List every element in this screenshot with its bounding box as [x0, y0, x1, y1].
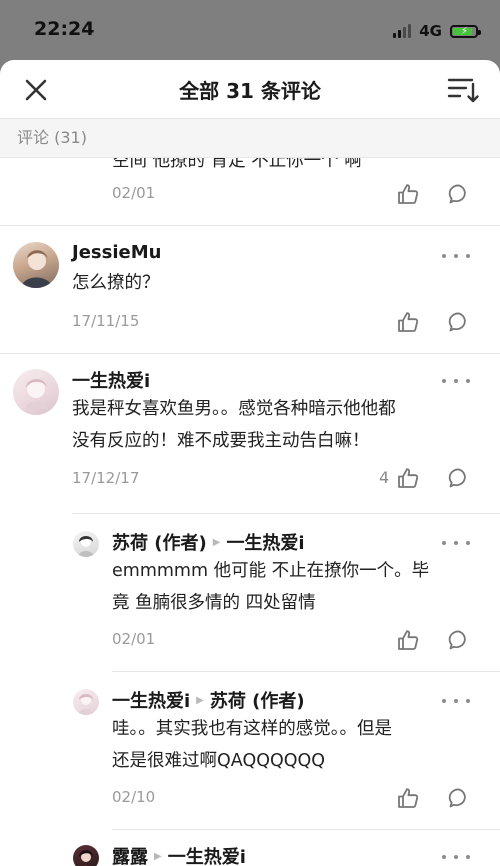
comment-list[interactable]: 空间 他撩的 肯定 不止你一个 啊 02/01 JessieMu 怎么撩的？ 1…: [0, 158, 500, 866]
reply-author[interactable]: 露露: [112, 843, 148, 866]
thumbs-up-icon: [398, 630, 419, 650]
comment-date: 02/01: [112, 184, 156, 202]
status-time: 22:24: [34, 18, 95, 40]
thumbs-up-icon: [398, 788, 419, 808]
speech-bubble-icon: [448, 788, 466, 808]
like-button[interactable]: [396, 786, 420, 810]
signal-icon: [393, 24, 412, 38]
thumbs-up-icon: [398, 184, 419, 204]
sort-icon: [447, 78, 479, 103]
avatar-image: [21, 250, 53, 288]
thumbs-up-icon: [398, 468, 419, 488]
status-indicators: 4G ⚡: [393, 19, 481, 43]
reply-button[interactable]: [447, 310, 471, 334]
sort-button[interactable]: [446, 74, 480, 104]
comment-author[interactable]: 一生热爱i: [72, 367, 150, 393]
speech-bubble-icon: [448, 468, 466, 488]
sheet-header: 全部 31 条评论: [0, 60, 500, 119]
reply-arrow-icon: ▶: [212, 536, 221, 548]
reply-target[interactable]: 一生热爱i: [226, 529, 304, 555]
battery-charging-icon: ⚡: [450, 24, 481, 38]
reply-item: 苏荷 (作者) ▶ 一生热爱i emmmmm 他可能 不止在撩你一个。毕 竟 鱼腩很…: [0, 514, 500, 672]
avatar-image: [78, 536, 94, 557]
like-button[interactable]: [396, 628, 420, 652]
speech-bubble-icon: [448, 630, 466, 650]
avatar[interactable]: [73, 845, 99, 866]
more-options-button[interactable]: [442, 376, 470, 386]
speech-bubble-icon: [448, 312, 466, 332]
comment-text-line: 没有反应的！难不成要我主动告白嘛！: [72, 431, 370, 451]
reply-date: 02/01: [112, 630, 156, 648]
avatar-image: [78, 694, 94, 715]
reply-author[interactable]: 苏荷 (作者): [112, 529, 207, 555]
reply-text-line: 哇。。其实我也有这样的感觉。。但是: [112, 719, 392, 739]
like-button[interactable]: [396, 310, 420, 334]
like-count: 4: [379, 468, 390, 487]
reply-button[interactable]: [447, 628, 471, 652]
thumbs-up-icon: [398, 312, 419, 332]
reply-arrow-icon: ▶: [196, 694, 204, 706]
comment-item: JessieMu 怎么撩的？ 17/11/15: [0, 226, 500, 354]
avatar-image: [79, 850, 93, 866]
like-button[interactable]: [396, 466, 420, 490]
comment-text: 空间 他撩的 肯定 不止你一个 啊: [112, 158, 362, 171]
reply-button[interactable]: [447, 786, 471, 810]
reply-author[interactable]: 一生热爱i: [112, 687, 190, 713]
reply-date: 02/10: [112, 788, 156, 806]
section-label: 评论 (31): [0, 119, 500, 158]
reply-button[interactable]: [447, 182, 471, 206]
reply-target[interactable]: 苏荷 (作者): [210, 687, 305, 713]
comment-item: 一生热爱i 我是秤女喜欢鱼男。。感觉各种暗示他他都 没有反应的！难不成要我主动告…: [0, 354, 500, 514]
comment-text: 怎么撩的？: [72, 273, 160, 293]
reply-author-line: 露露 ▶ 一生热爱i: [112, 843, 246, 866]
avatar-image: [25, 379, 48, 409]
avatar[interactable]: [13, 242, 59, 288]
comment-text-line: 我是秤女喜欢鱼男。。感觉各种暗示他他都: [72, 399, 396, 419]
like-button[interactable]: [396, 182, 420, 206]
more-options-button[interactable]: [442, 696, 470, 706]
comment-date: 17/12/17: [72, 469, 140, 487]
reply-target[interactable]: 一生热爱i: [168, 843, 246, 866]
speech-bubble-icon: [448, 184, 466, 204]
more-options-button[interactable]: [442, 251, 470, 261]
reply-text-line: 还是很难过啊QAQQQQQQ: [112, 751, 326, 771]
reply-text-line: 竟 鱼腩很多情的 四处留情: [112, 593, 316, 613]
comment-item: 空间 他撩的 肯定 不止你一个 啊 02/01: [0, 158, 500, 226]
avatar[interactable]: [73, 689, 99, 715]
comment-author[interactable]: JessieMu: [72, 242, 161, 263]
reply-item: 一生热爱i ▶ 苏荷 (作者) 哇。。其实我也有这样的感觉。。但是 还是很难过啊QA…: [0, 672, 500, 830]
reply-author-line: 苏荷 (作者) ▶ 一生热爱i: [112, 529, 305, 555]
network-label: 4G: [419, 22, 442, 40]
more-options-button[interactable]: [442, 538, 470, 548]
avatar[interactable]: [73, 531, 99, 557]
sheet-title: 全部 31 条评论: [179, 79, 321, 103]
avatar[interactable]: [13, 369, 59, 415]
reply-author-line: 一生热爱i ▶ 苏荷 (作者): [112, 687, 305, 713]
comments-sheet: 全部 31 条评论 评论 (31) 空间 他撩的 肯定 不止你一个 啊 02/0…: [0, 60, 500, 866]
reply-item: 露露 ▶ 一生热爱i: [0, 830, 500, 866]
reply-arrow-icon: ▶: [154, 850, 162, 862]
reply-text-line: emmmmm 他可能 不止在撩你一个。毕: [112, 561, 430, 581]
comment-date: 17/11/15: [72, 312, 140, 330]
more-options-button[interactable]: [442, 852, 470, 862]
status-bar: 22:24 4G ⚡: [0, 0, 500, 60]
reply-button[interactable]: [447, 466, 471, 490]
